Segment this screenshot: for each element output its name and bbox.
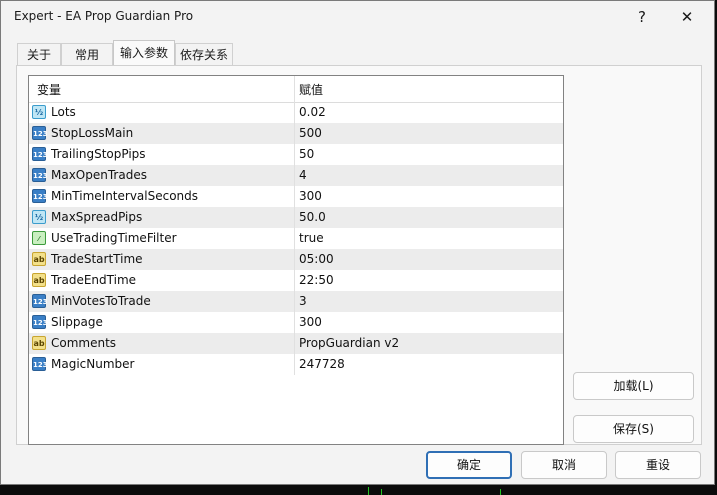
parameter-name: StopLossMain: [51, 126, 134, 140]
parameter-row[interactable]: 123 MagicNumber 247728: [29, 354, 563, 375]
column-header-variable[interactable]: 变量: [37, 81, 61, 98]
parameter-value[interactable]: PropGuardian v2: [299, 336, 399, 350]
tab-inputs[interactable]: 输入参数: [113, 40, 175, 65]
column-header-value[interactable]: 赋值: [299, 81, 323, 98]
column-separator: [294, 228, 295, 249]
parameter-name: Slippage: [51, 315, 103, 329]
integer-type-icon: 123: [32, 189, 48, 203]
load-button[interactable]: 加载(L): [573, 372, 694, 400]
expert-properties-dialog: Expert - EA Prop Guardian Pro ? ✕ 关于 常用 …: [0, 0, 715, 485]
parameter-value[interactable]: 50: [299, 147, 314, 161]
parameter-name: MagicNumber: [51, 357, 135, 371]
window-title: Expert - EA Prop Guardian Pro: [14, 9, 194, 23]
parameter-row[interactable]: 123 MaxOpenTrades 4: [29, 165, 563, 186]
parameter-row[interactable]: ab Comments PropGuardian v2: [29, 333, 563, 354]
parameter-name: MinVotesToTrade: [51, 294, 151, 308]
integer-type-icon: 123: [32, 126, 48, 140]
help-button[interactable]: ?: [629, 5, 655, 29]
ok-button[interactable]: 确定: [426, 451, 512, 479]
close-button[interactable]: ✕: [674, 5, 700, 29]
parameter-name: MaxOpenTrades: [51, 168, 147, 182]
parameter-name: Lots: [51, 105, 76, 119]
chart-line: [500, 489, 501, 495]
parameter-name: TradeEndTime: [51, 273, 137, 287]
column-separator: [294, 333, 295, 354]
title-bar: Expert - EA Prop Guardian Pro ? ✕: [1, 1, 714, 33]
parameter-row[interactable]: 123 Slippage 300: [29, 312, 563, 333]
parameter-name: UseTradingTimeFilter: [51, 231, 177, 245]
parameter-value[interactable]: 50.0: [299, 210, 326, 224]
grid-header: 变量 赋值: [29, 76, 563, 103]
column-separator: [294, 144, 295, 165]
string-type-icon: ab: [32, 252, 46, 266]
column-separator: [294, 186, 295, 207]
column-separator: [294, 165, 295, 186]
cancel-button[interactable]: 取消: [521, 451, 607, 479]
string-type-icon: ab: [32, 273, 46, 287]
column-separator: [294, 312, 295, 333]
reset-button[interactable]: 重设: [615, 451, 701, 479]
parameter-name: TradeStartTime: [51, 252, 143, 266]
column-separator: [294, 354, 295, 375]
column-separator: [294, 207, 295, 228]
parameter-row[interactable]: 123 MinVotesToTrade 3: [29, 291, 563, 312]
parameter-value[interactable]: 247728: [299, 357, 345, 371]
chart-line: [381, 489, 382, 495]
boolean-type-icon: ⁄: [32, 231, 46, 245]
tab-about[interactable]: 关于: [17, 43, 61, 65]
column-separator: [294, 123, 295, 144]
double-type-icon: ½: [32, 210, 46, 224]
parameter-row[interactable]: ½ Lots 0.02: [29, 102, 563, 123]
parameter-value[interactable]: 05:00: [299, 252, 334, 266]
parameter-name: Comments: [51, 336, 117, 350]
parameter-value[interactable]: 500: [299, 126, 322, 140]
parameter-row[interactable]: ⁄ UseTradingTimeFilter true: [29, 228, 563, 249]
column-separator: [294, 76, 295, 102]
parameter-value[interactable]: 300: [299, 189, 322, 203]
parameter-name: MinTimeIntervalSeconds: [51, 189, 199, 203]
double-type-icon: ½: [32, 105, 46, 119]
integer-type-icon: 123: [32, 357, 48, 371]
parameter-row[interactable]: ½ MaxSpreadPips 50.0: [29, 207, 563, 228]
parameter-row[interactable]: ab TradeStartTime 05:00: [29, 249, 563, 270]
integer-type-icon: 123: [32, 294, 48, 308]
column-separator: [294, 291, 295, 312]
save-button[interactable]: 保存(S): [573, 415, 694, 443]
column-separator: [294, 270, 295, 291]
parameter-name: TrailingStopPips: [51, 147, 146, 161]
column-separator: [294, 249, 295, 270]
parameter-value[interactable]: 3: [299, 294, 307, 308]
parameter-row[interactable]: ab TradeEndTime 22:50: [29, 270, 563, 291]
column-separator: [294, 102, 295, 123]
string-type-icon: ab: [32, 336, 46, 350]
parameter-value[interactable]: 4: [299, 168, 307, 182]
integer-type-icon: 123: [32, 147, 48, 161]
integer-type-icon: 123: [32, 315, 48, 329]
tab-common[interactable]: 常用: [61, 43, 113, 65]
parameter-row[interactable]: 123 MinTimeIntervalSeconds 300: [29, 186, 563, 207]
parameter-value[interactable]: true: [299, 231, 324, 245]
parameter-value[interactable]: 300: [299, 315, 322, 329]
parameter-row[interactable]: 123 TrailingStopPips 50: [29, 144, 563, 165]
tab-dependencies[interactable]: 依存关系: [175, 43, 233, 65]
integer-type-icon: 123: [32, 168, 48, 182]
parameter-row[interactable]: 123 StopLossMain 500: [29, 123, 563, 144]
parameter-name: MaxSpreadPips: [51, 210, 143, 224]
parameter-value[interactable]: 0.02: [299, 105, 326, 119]
parameter-value[interactable]: 22:50: [299, 273, 334, 287]
chart-line: [368, 487, 369, 495]
input-parameters-grid: 变量 赋值 ½ Lots 0.02 123 StopLossMain 500 123 Trai…: [28, 75, 564, 445]
